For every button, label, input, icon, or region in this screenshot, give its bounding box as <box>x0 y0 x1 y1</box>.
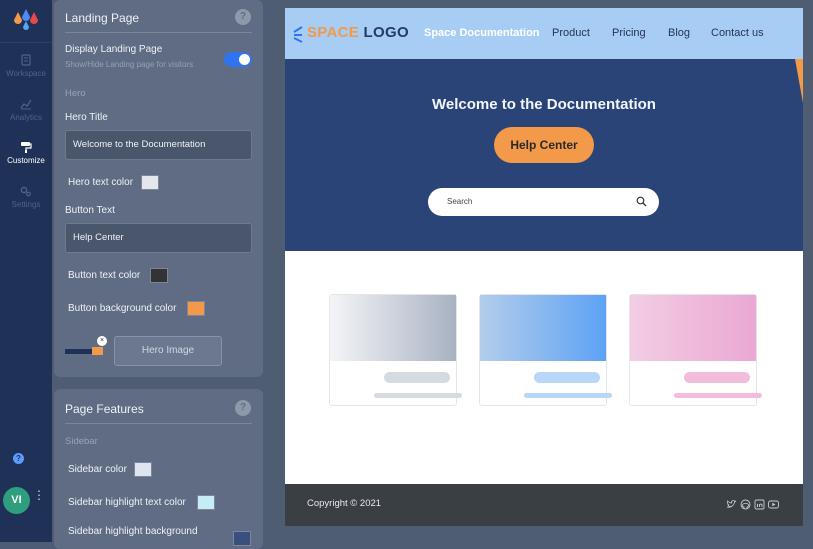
card-image <box>630 295 756 361</box>
landing-page-preview: SPACE LOGO Space Documentation Product P… <box>285 8 803 526</box>
nav-link-contact[interactable]: Contact us <box>711 27 764 39</box>
sidebar-highlight-bg-swatch[interactable] <box>233 531 251 546</box>
document-icon <box>21 54 31 66</box>
brand-part-1: SPACE <box>307 24 360 41</box>
sidebar-highlight-bg-label: Sidebar highlight background <box>68 526 198 537</box>
gears-icon <box>20 186 31 197</box>
content-card[interactable] <box>329 294 462 406</box>
help-icon[interactable]: ? <box>235 400 251 416</box>
nav-link-space-documentation[interactable]: Space Documentation <box>424 27 540 39</box>
app-rail: Workspace Analytics Customize Settings ?… <box>0 0 52 542</box>
hero-title-label: Hero Title <box>65 112 108 123</box>
user-avatar[interactable]: VI <box>3 487 30 514</box>
panel-title: Page Features <box>65 402 144 416</box>
button-text-color-label: Button text color <box>68 270 141 281</box>
sidebar-color-swatch[interactable] <box>134 462 152 477</box>
hero-image-thumbnail: × <box>65 336 107 355</box>
button-text-color-swatch[interactable] <box>150 268 168 283</box>
rail-item-label: Analytics <box>9 113 42 122</box>
more-options-icon[interactable]: ⋮ <box>33 489 45 501</box>
search-icon <box>636 196 647 207</box>
display-landing-description: Show/Hide Landing page for visitors <box>65 60 194 69</box>
twitter-icon[interactable] <box>726 499 737 510</box>
brand-part-2: LOGO <box>363 24 409 41</box>
hero-image-button[interactable]: Hero Image <box>114 336 222 366</box>
sidebar-color-label: Sidebar color <box>68 464 127 475</box>
button-text-input[interactable]: Help Center <box>65 223 252 253</box>
rail-item-label: Workspace <box>6 69 46 78</box>
page-features-panel: Page Features ? Sidebar Sidebar color Si… <box>54 389 263 549</box>
card-title-placeholder <box>534 372 600 383</box>
thumbnail-accent <box>92 347 103 355</box>
nav-link-product[interactable]: Product <box>552 27 590 39</box>
display-landing-label: Display Landing Page <box>65 44 163 55</box>
nav-link-pricing[interactable]: Pricing <box>612 27 646 39</box>
preview-hero: Welcome to the Documentation Help Center… <box>285 59 803 251</box>
card-image <box>480 295 606 361</box>
preview-topbar: SPACE LOGO Space Documentation Product P… <box>285 8 803 59</box>
preview-footer: Copyright © 2021 <box>285 484 803 526</box>
button-text-label: Button Text <box>65 205 115 216</box>
card-text-placeholder <box>374 393 462 398</box>
rail-item-analytics[interactable]: Analytics <box>0 98 52 122</box>
brand-logo[interactable]: SPACE LOGO <box>307 24 409 41</box>
rail-item-label: Settings <box>11 200 41 209</box>
search-bar[interactable]: Search <box>428 188 659 216</box>
hero-text-color-label: Hero text color <box>68 177 134 188</box>
sidebar-highlight-text-swatch[interactable] <box>197 495 215 510</box>
card-title-placeholder <box>384 372 450 383</box>
rail-item-settings[interactable]: Settings <box>0 185 52 209</box>
display-landing-toggle[interactable] <box>224 52 252 67</box>
divider <box>65 423 252 424</box>
hero-text-color-swatch[interactable] <box>141 175 159 190</box>
github-icon[interactable] <box>740 499 751 510</box>
chart-icon <box>20 99 32 110</box>
help-icon[interactable]: ? <box>13 453 24 464</box>
button-bg-color-label: Button background color <box>68 303 177 314</box>
card-image <box>330 295 456 361</box>
landing-page-panel: Landing Page ? Display Landing Page Show… <box>54 0 263 377</box>
nav-link-blog[interactable]: Blog <box>668 27 690 39</box>
panel-title: Landing Page <box>65 11 140 25</box>
copyright-text: Copyright © 2021 <box>307 498 382 509</box>
paint-roller-icon <box>21 142 32 153</box>
remove-image-icon[interactable]: × <box>97 336 107 346</box>
button-bg-color-swatch[interactable] <box>187 301 205 316</box>
hero-section-heading: Hero <box>65 88 86 99</box>
rail-item-workspace[interactable]: Workspace <box>0 54 52 78</box>
card-text-placeholder <box>524 393 612 398</box>
toggle-knob <box>239 54 250 65</box>
search-placeholder: Search <box>447 197 473 206</box>
card-text-placeholder <box>674 393 762 398</box>
rail-item-label: Customize <box>7 156 45 165</box>
youtube-icon[interactable] <box>768 499 779 510</box>
brand-mark-icon <box>293 26 303 43</box>
card-title-placeholder <box>684 372 750 383</box>
divider <box>65 32 252 33</box>
help-center-button[interactable]: Help Center <box>494 127 594 163</box>
rail-item-customize[interactable]: Customize <box>0 141 52 165</box>
hero-title: Welcome to the Documentation <box>432 96 656 113</box>
droplets-logo-icon <box>14 9 38 30</box>
rail-divider <box>0 42 52 43</box>
hero-title-input[interactable]: Welcome to the Documentation <box>65 130 252 160</box>
sidebar-section-heading: Sidebar <box>65 436 98 447</box>
content-card[interactable] <box>629 294 762 406</box>
help-icon[interactable]: ? <box>235 9 251 25</box>
sidebar-highlight-text-label: Sidebar highlight text color <box>68 497 186 508</box>
linkedin-icon[interactable] <box>754 499 765 510</box>
content-card[interactable] <box>479 294 612 406</box>
